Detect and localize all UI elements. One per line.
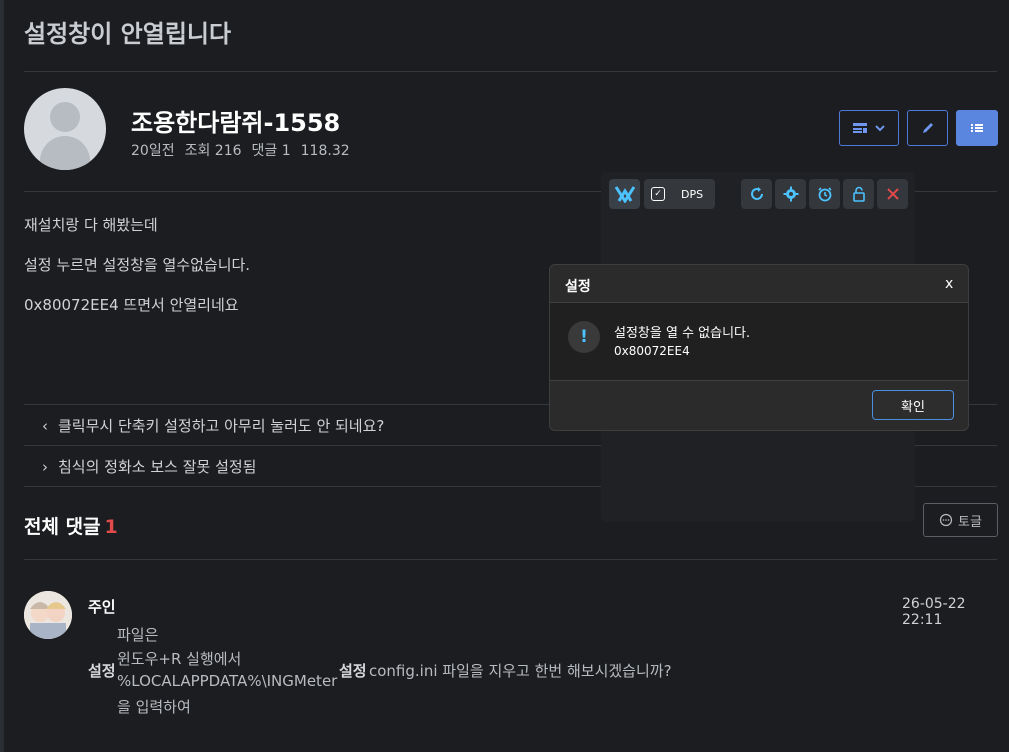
comments-heading: 전체 댓글 1 bbox=[24, 512, 118, 539]
next-post-title: 침식의 정화소 보스 잘못 설정됨 bbox=[58, 458, 257, 476]
lock-button[interactable] bbox=[843, 179, 874, 209]
close-overlay-button[interactable] bbox=[877, 179, 908, 209]
list-icon bbox=[971, 124, 983, 132]
refresh-icon bbox=[750, 187, 763, 200]
dps-toggle[interactable]: ✓ DPS bbox=[644, 179, 715, 209]
comment-line: config.ini 파일을 지우고 한번 해보시겠습니까? bbox=[369, 662, 672, 680]
info-icon: ! bbox=[568, 321, 600, 353]
author-avatar[interactable] bbox=[24, 88, 106, 170]
timer-icon bbox=[817, 187, 832, 202]
comment-line: 파일은 bbox=[117, 626, 159, 644]
dialog-body: ! 설정창을 열 수 없습니다. 0x80072EE4 bbox=[550, 303, 968, 380]
comments-title: 전체 댓글 bbox=[24, 516, 101, 538]
speech-bubble-icon bbox=[939, 513, 953, 527]
post-comment-count: 댓글 1 bbox=[251, 143, 291, 159]
commenter-name[interactable]: 주인 bbox=[88, 596, 116, 617]
post-body-line: 재설치랑 다 해봤는데 bbox=[24, 216, 158, 234]
comment-bold-text: 설정 bbox=[88, 662, 116, 680]
page-title: 설정창이 안열립니다 bbox=[24, 20, 232, 48]
divider bbox=[24, 559, 997, 560]
dialog-close-button[interactable]: x bbox=[945, 276, 953, 292]
timer-button[interactable] bbox=[809, 179, 840, 209]
close-icon bbox=[886, 188, 899, 200]
ok-button[interactable]: 확인 bbox=[872, 390, 954, 420]
author-name[interactable]: 조용한다람쥐-1558 bbox=[131, 103, 340, 138]
settings-error-dialog: 설정 x ! 설정창을 열 수 없습니다. 0x80072EE4 확인 bbox=[549, 264, 969, 431]
post-body-line: 0x80072EE4 뜨면서 안열리네요 bbox=[24, 296, 239, 314]
comment-line: 을 입력하여 bbox=[117, 698, 191, 716]
comment-bold-text: 설정 bbox=[339, 662, 367, 680]
prev-post-title: 클릭무시 단축키 설정하고 아무리 눌러도 안 되네요? bbox=[58, 417, 385, 435]
post-meta: 20일전 조회 216 댓글 1 118.32 bbox=[131, 140, 360, 160]
comment-date: 26-05-22 22:11 bbox=[902, 596, 966, 628]
list-button[interactable] bbox=[956, 110, 998, 146]
post-views: 조회 216 bbox=[184, 143, 242, 159]
dialog-error-code: 0x80072EE4 bbox=[614, 344, 690, 358]
dps-label: DPS bbox=[681, 187, 704, 201]
gear-icon bbox=[783, 186, 798, 202]
left-edge bbox=[0, 0, 4, 752]
board-icon bbox=[853, 123, 867, 133]
post-body-line: 설정 누르면 설정창을 열수없습니다. bbox=[24, 256, 251, 274]
dialog-message: 설정창을 열 수 없습니다. bbox=[614, 326, 751, 341]
chevron-right-icon: › bbox=[42, 457, 48, 476]
comment-line: %LOCALAPPDATA%\INGMeter bbox=[117, 672, 338, 690]
list-dropdown-button[interactable] bbox=[839, 110, 899, 146]
chevron-left-icon: ‹ bbox=[42, 416, 48, 435]
settings-button[interactable] bbox=[775, 179, 806, 209]
checkbox-icon[interactable]: ✓ bbox=[651, 187, 665, 201]
post-version: 118.32 bbox=[300, 143, 350, 159]
edit-button[interactable] bbox=[907, 110, 948, 146]
toggle-button[interactable]: 토글 bbox=[923, 503, 998, 537]
chevron-down-icon bbox=[875, 125, 885, 132]
comments-count: 1 bbox=[104, 516, 118, 538]
pencil-icon bbox=[922, 123, 933, 133]
comment-line: 윈도우+R 실행에서 bbox=[117, 650, 242, 668]
commenter-avatar[interactable] bbox=[24, 591, 72, 639]
toggle-label: 토글 bbox=[958, 514, 982, 530]
dialog-divider bbox=[550, 380, 968, 381]
lock-icon bbox=[852, 186, 865, 202]
dialog-title: 설정 bbox=[565, 279, 591, 295]
meter-logo-icon[interactable] bbox=[609, 179, 640, 209]
refresh-button[interactable] bbox=[741, 179, 772, 209]
divider bbox=[24, 71, 997, 72]
post-time: 20일전 bbox=[131, 143, 175, 159]
